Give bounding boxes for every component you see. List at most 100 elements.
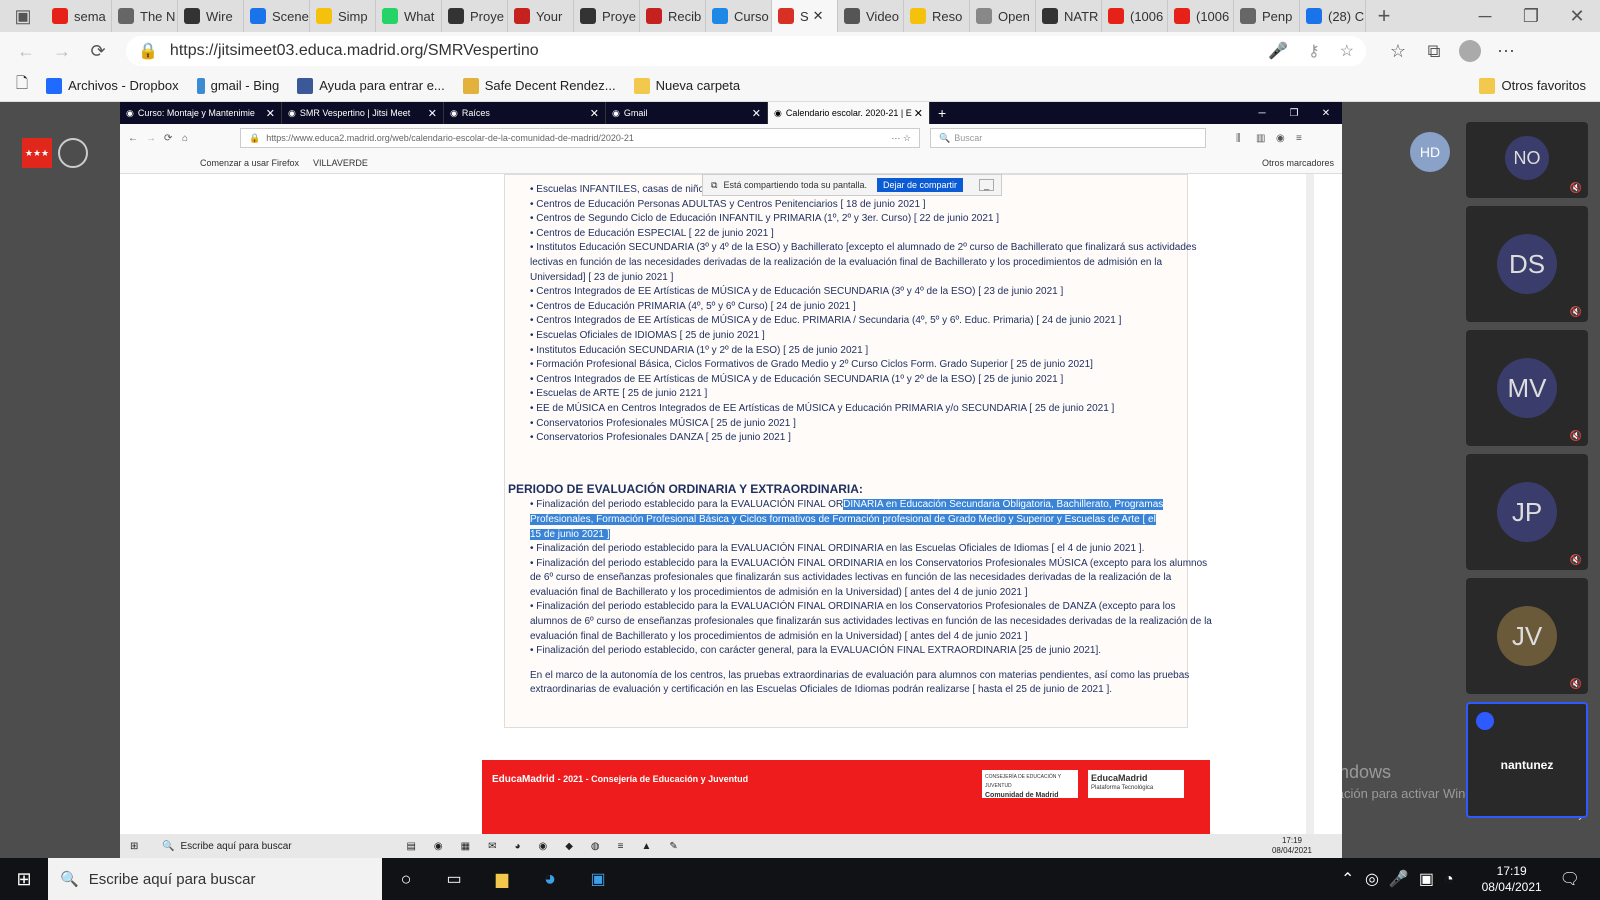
tab-title: SMR Vespertino | Jitsi Meet [299, 108, 411, 118]
minimize-button[interactable]: ─ [1462, 0, 1508, 34]
firefox-tab[interactable]: ◉ Curso: Montaje y Mantenimie ✕ [120, 102, 282, 124]
refresh-icon[interactable]: ⟳ [80, 33, 116, 69]
ff-bm-firefox[interactable]: Comenzar a usar Firefox [200, 158, 299, 168]
participant-thumbnail[interactable]: MV 🔇 [1466, 330, 1588, 446]
other-favorites[interactable]: Otros favoritos [1479, 77, 1586, 94]
participant-thumbnail[interactable]: NO 🔇 [1466, 122, 1588, 198]
edge-tab[interactable]: S ✕ [772, 0, 838, 32]
participant-thumbnail[interactable]: JV 🔇 [1466, 578, 1588, 694]
mic-icon[interactable]: 🎤 [1268, 41, 1288, 61]
tray-chevron-icon[interactable]: ⌃ [1341, 869, 1365, 889]
more-menu-icon[interactable]: ⋯ [1488, 33, 1524, 69]
fav-bing[interactable]: gmail - Bing [196, 77, 279, 94]
comunidad-madrid-logo[interactable]: CONSEJERÍA DE EDUCACIÓN Y JUVENTUD Comun… [982, 770, 1078, 799]
ff-close-button[interactable]: ✕ [1310, 108, 1342, 119]
ff-search-input[interactable]: 🔍 Buscar [930, 128, 1206, 148]
edge-tab[interactable]: Scene [244, 0, 310, 32]
ff-forward-icon[interactable]: → [146, 133, 164, 144]
ff-bm-villaverde[interactable]: VILLAVERDE [313, 158, 368, 168]
fav-facebook[interactable]: Ayuda para entrar e... [297, 77, 445, 94]
ff-library-icon[interactable]: ⫼ [1236, 133, 1256, 144]
participant-thumbnail[interactable]: JP 🔇 [1466, 454, 1588, 570]
firefox-tab[interactable]: ◉ Raíces ✕ [444, 102, 606, 124]
edge-tab[interactable]: Video [838, 0, 904, 32]
edge-icon[interactable]: ◕ [526, 868, 574, 891]
cortana-icon[interactable]: ○ [382, 869, 430, 890]
edge-tab[interactable]: Simp [310, 0, 376, 32]
participant-thumbnail[interactable]: DS 🔇 [1466, 206, 1588, 322]
ff-url-input[interactable]: 🔒 https://www.educa2.madrid.org/web/cale… [240, 128, 920, 148]
edge-tab[interactable]: (28) C [1300, 0, 1366, 32]
tab-close-icon[interactable]: ✕ [590, 107, 599, 120]
edge-tab[interactable]: Your [508, 0, 574, 32]
fav-safe-decent[interactable]: Safe Decent Rendez... [462, 77, 616, 94]
forward-icon[interactable]: → [44, 33, 80, 69]
fav-dropbox[interactable]: Archivos - Dropbox [46, 77, 179, 94]
ff-page-actions-icon[interactable]: ⋯ ☆ [891, 133, 911, 144]
fav-folder[interactable]: Nueva carpeta [633, 77, 740, 94]
shared-start-icon[interactable]: ⊞ [130, 841, 156, 852]
edge-tab[interactable]: Open [970, 0, 1036, 32]
tab-close-icon[interactable]: ✕ [266, 107, 275, 120]
edge-tab[interactable]: Penp [1234, 0, 1300, 32]
task-view-icon[interactable]: ▭ [430, 869, 478, 889]
edge-tab[interactable]: Proye [574, 0, 640, 32]
ff-scrollbar[interactable] [1306, 174, 1314, 834]
taskbar-search-input[interactable]: 🔍 Escribe aquí para buscar [48, 858, 382, 900]
edge-tab[interactable]: Proye [442, 0, 508, 32]
ff-menu-icon[interactable]: ≡ [1296, 133, 1316, 144]
educamadrid-logo[interactable]: EducaMadrid Plataforma Tecnológica [1088, 770, 1184, 798]
add-favorite-icon[interactable]: ☆ [1340, 41, 1354, 61]
app-icon[interactable]: ▣ [574, 869, 622, 889]
stop-sharing-button[interactable]: Dejar de compartir [877, 178, 964, 192]
notification-icon[interactable]: 🗨 [1560, 869, 1580, 889]
firefox-tab[interactable]: ◉ Calendario escolar. 2020-21 | E ✕ [768, 102, 930, 124]
back-icon[interactable]: ← [8, 33, 44, 69]
ff-maximize-button[interactable]: ❐ [1278, 108, 1310, 119]
firefox-tab[interactable]: ◉ Gmail ✕ [606, 102, 768, 124]
self-avatar[interactable]: HD [1410, 132, 1450, 172]
edge-tab[interactable]: Wire [178, 0, 244, 32]
ff-back-icon[interactable]: ← [128, 133, 146, 144]
ff-home-icon[interactable]: ⌂ [182, 133, 200, 144]
profile-icon[interactable] [1452, 33, 1488, 69]
edge-tab[interactable]: Recib [640, 0, 706, 32]
tab-close-icon[interactable]: ✕ [813, 8, 824, 24]
ff-account-icon[interactable]: ◉ [1276, 133, 1296, 144]
tab-favicon-icon [382, 8, 398, 24]
tab-close-icon[interactable]: ✕ [752, 107, 761, 120]
shared-app-icons[interactable]: ▤◉▦✉◕◉◆◍≡▲✎ [406, 841, 695, 852]
shared-search-text[interactable]: Escribe aquí para buscar [180, 841, 400, 852]
maximize-button[interactable]: ❐ [1508, 0, 1554, 34]
tray-icons[interactable]: ◎🎤▣◔ [1365, 869, 1464, 889]
firefox-new-tab-button[interactable]: + [938, 105, 946, 121]
close-window-button[interactable]: ✕ [1554, 0, 1600, 34]
ff-minimize-button[interactable]: ─ [1246, 108, 1278, 119]
file-explorer-icon[interactable]: ▆ [478, 869, 526, 889]
ff-sidebar-icon[interactable]: ▥ [1256, 133, 1276, 144]
edge-tab[interactable]: Curso [706, 0, 772, 32]
edge-tab[interactable]: NATR [1036, 0, 1102, 32]
tab-close-icon[interactable]: ✕ [914, 107, 923, 120]
edge-tab[interactable]: sema [46, 0, 112, 32]
edge-tab[interactable]: The N [112, 0, 178, 32]
new-tab-button[interactable]: + [1366, 0, 1402, 34]
list-item: • Escuelas de ARTE [ 25 de junio 2121 ] [530, 388, 708, 400]
url-input[interactable]: 🔒 https://jitsimeet03.educa.madrid.org/S… [126, 36, 1366, 66]
key-icon[interactable]: ⚷ [1308, 41, 1320, 61]
edge-tab[interactable]: (1006 [1102, 0, 1168, 32]
tab-actions-icon[interactable]: ▣ [0, 0, 46, 34]
favorites-icon[interactable]: ☆ [1380, 33, 1416, 69]
share-hide-button[interactable]: _ [979, 179, 995, 191]
edge-tab[interactable]: Reso [904, 0, 970, 32]
firefox-tab[interactable]: ◉ SMR Vespertino | Jitsi Meet ✕ [282, 102, 444, 124]
local-thumbnail[interactable]: nantunez [1466, 702, 1588, 818]
tab-close-icon[interactable]: ✕ [428, 107, 437, 120]
ff-other-bookmarks[interactable]: Otros marcadores [1262, 158, 1334, 168]
ff-reload-icon[interactable]: ⟳ [164, 133, 182, 144]
edge-tab[interactable]: (1006 [1168, 0, 1234, 32]
edge-tab[interactable]: What [376, 0, 442, 32]
windows-start-icon[interactable]: ⊞ [0, 869, 48, 890]
collections-icon[interactable]: ⧉ [1416, 33, 1452, 69]
list-item: • Finalización del periodo establecido p… [530, 543, 1145, 554]
